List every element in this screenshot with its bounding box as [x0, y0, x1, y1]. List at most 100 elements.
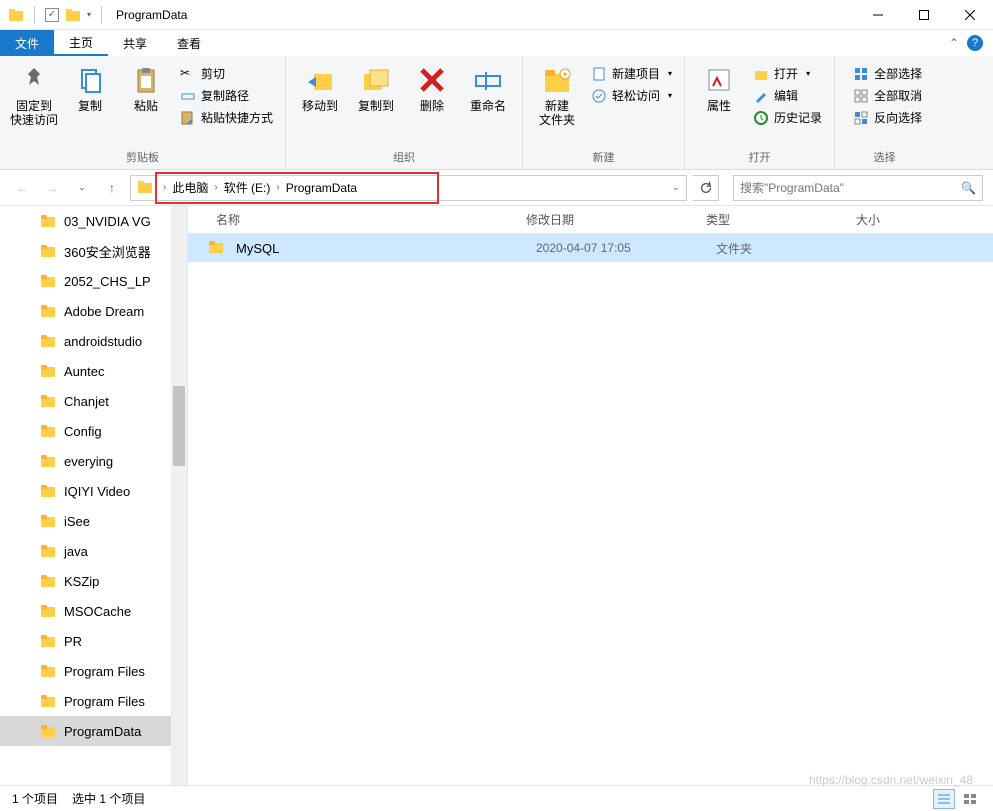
tree-item[interactable]: iSee: [0, 506, 187, 536]
delete-button[interactable]: 删除: [404, 60, 460, 113]
tree-item-label: Program Files: [64, 664, 145, 679]
edit-icon: [753, 88, 769, 104]
ribbon: 固定到 快速访问 复制 粘贴 ✂剪切 复制路径 粘贴快捷方式 剪贴板 移动到: [0, 56, 993, 170]
select-all-button[interactable]: 全部选择: [847, 64, 928, 83]
move-to-button[interactable]: 移动到: [292, 60, 348, 113]
chevron-right-icon[interactable]: ›: [272, 182, 283, 193]
tree-item-label: 360安全浏览器: [64, 242, 151, 261]
up-button[interactable]: ↑: [100, 176, 124, 200]
tab-view[interactable]: 查看: [162, 30, 216, 56]
copyto-icon: [360, 64, 392, 96]
tree-item[interactable]: Program Files: [0, 686, 187, 716]
cut-button[interactable]: ✂剪切: [174, 64, 279, 83]
chevron-right-icon[interactable]: ›: [159, 182, 170, 193]
title-bar: ✓ ▾ ProgramData: [0, 0, 993, 30]
folder-icon: [40, 333, 56, 349]
search-box[interactable]: 搜索"ProgramData" 🔍: [733, 175, 983, 201]
scroll-thumb[interactable]: [173, 386, 185, 466]
copy-path-button[interactable]: 复制路径: [174, 86, 279, 105]
tab-home[interactable]: 主页: [54, 30, 108, 56]
content-area: 03_NVIDIA VG 360安全浏览器 2052_CHS_LP Adobe Dre…: [0, 206, 993, 786]
shortcut-icon: [180, 110, 196, 126]
copy-to-button[interactable]: 复制到: [348, 60, 404, 113]
tree-item[interactable]: Config: [0, 416, 187, 446]
maximize-button[interactable]: [901, 0, 947, 30]
open-button[interactable]: 打开▾: [747, 64, 828, 83]
refresh-button[interactable]: [693, 175, 719, 201]
tree-item[interactable]: KSZip: [0, 566, 187, 596]
tree-item[interactable]: ProgramData: [0, 716, 187, 746]
tree-item[interactable]: Program Files: [0, 656, 187, 686]
tree-item[interactable]: Auntec: [0, 356, 187, 386]
folder-icon: [40, 543, 56, 559]
crumb-folder[interactable]: ProgramData: [284, 181, 359, 195]
qat-checkbox[interactable]: ✓: [45, 8, 59, 22]
file-row[interactable]: MySQL2020-04-07 17:05文件夹: [188, 234, 993, 262]
edit-button[interactable]: 编辑: [747, 86, 828, 105]
close-button[interactable]: [947, 0, 993, 30]
properties-button[interactable]: 属性: [691, 60, 747, 113]
group-new: ✦ 新建 文件夹 新建项目▾ 轻松访问▾ 新建: [523, 56, 685, 169]
select-none-button[interactable]: 全部取消: [847, 86, 928, 105]
view-details-button[interactable]: [933, 789, 955, 809]
tree-item[interactable]: 2052_CHS_LP: [0, 266, 187, 296]
tree-item[interactable]: 03_NVIDIA VG: [0, 206, 187, 236]
tab-file[interactable]: 文件: [0, 30, 54, 56]
history-button[interactable]: 历史记录: [747, 108, 828, 127]
view-icons-button[interactable]: [959, 789, 981, 809]
nav-tree[interactable]: 03_NVIDIA VG 360安全浏览器 2052_CHS_LP Adobe Dre…: [0, 206, 188, 786]
folder-icon: [40, 453, 56, 469]
tree-item[interactable]: 360安全浏览器: [0, 236, 187, 266]
tree-item-label: ProgramData: [64, 724, 141, 739]
tab-share[interactable]: 共享: [108, 30, 162, 56]
qat-dropdown-icon[interactable]: ▾: [87, 10, 91, 19]
copy-button[interactable]: 复制: [62, 60, 118, 113]
minimize-button[interactable]: [855, 0, 901, 30]
tree-item[interactable]: Chanjet: [0, 386, 187, 416]
tree-item-label: iSee: [64, 514, 90, 529]
easy-access-button[interactable]: 轻松访问▾: [585, 86, 678, 105]
tree-item[interactable]: androidstudio: [0, 326, 187, 356]
rename-button[interactable]: 重命名: [460, 60, 516, 113]
search-icon: 🔍: [961, 181, 976, 195]
breadcrumb[interactable]: › 此电脑 › 软件 (E:) › ProgramData ⌄: [130, 175, 687, 201]
scrollbar[interactable]: [171, 206, 187, 786]
tree-item[interactable]: MSOCache: [0, 596, 187, 626]
folder-icon: [8, 7, 24, 23]
tree-item[interactable]: java: [0, 536, 187, 566]
ribbon-collapse-icon[interactable]: ⌃: [949, 36, 959, 50]
folder-icon: [40, 633, 56, 649]
group-select: 全部选择 全部取消 反向选择 选择: [835, 56, 934, 169]
tree-item-label: KSZip: [64, 574, 99, 589]
crumb-pc[interactable]: 此电脑: [170, 179, 210, 196]
crumb-drive[interactable]: 软件 (E:): [222, 179, 273, 196]
group-open: 属性 打开▾ 编辑 历史记录 打开: [685, 56, 835, 169]
tree-item[interactable]: IQIYI Video: [0, 476, 187, 506]
col-size[interactable]: 大小: [856, 211, 993, 228]
new-item-button[interactable]: 新建项目▾: [585, 64, 678, 83]
col-date[interactable]: 修改日期: [526, 211, 706, 228]
history-icon: [753, 110, 769, 126]
back-button[interactable]: ←: [10, 176, 34, 200]
forward-button[interactable]: →: [40, 176, 64, 200]
tree-item[interactable]: everying: [0, 446, 187, 476]
recent-dropdown[interactable]: ⌄: [70, 176, 94, 200]
tree-item-label: IQIYI Video: [64, 484, 130, 499]
chevron-right-icon[interactable]: ›: [210, 182, 221, 193]
tree-item[interactable]: Adobe Dream: [0, 296, 187, 326]
invert-selection-button[interactable]: 反向选择: [847, 108, 928, 127]
new-folder-button[interactable]: ✦ 新建 文件夹: [529, 60, 585, 127]
tree-item[interactable]: PR: [0, 626, 187, 656]
pin-quick-access-button[interactable]: 固定到 快速访问: [6, 60, 62, 127]
tree-item-label: PR: [64, 634, 82, 649]
paste-button[interactable]: 粘贴: [118, 60, 174, 113]
folder-icon: [40, 663, 56, 679]
help-icon[interactable]: ?: [967, 35, 983, 51]
col-type[interactable]: 类型: [706, 211, 856, 228]
column-headers: 名称 修改日期 类型 大小: [188, 206, 993, 234]
tree-item-label: Adobe Dream: [64, 304, 144, 319]
address-dropdown-icon[interactable]: ⌄: [672, 182, 686, 193]
folder-icon: [40, 363, 56, 379]
col-name[interactable]: 名称: [216, 211, 526, 228]
paste-shortcut-button[interactable]: 粘贴快捷方式: [174, 108, 279, 127]
